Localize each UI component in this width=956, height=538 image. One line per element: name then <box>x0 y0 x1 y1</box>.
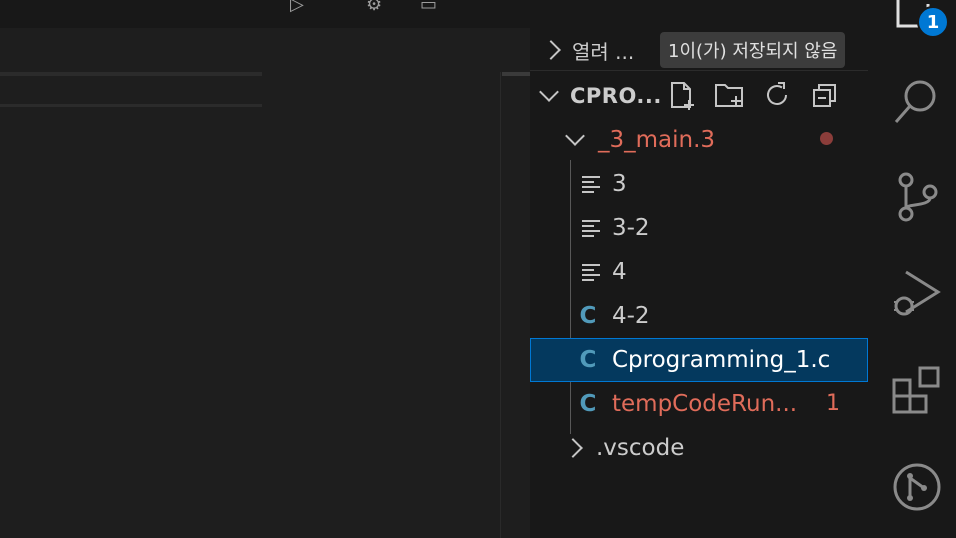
tree-file[interactable]: C 4-2 <box>530 294 868 338</box>
file-label: 3 <box>612 171 627 197</box>
chevron-down-icon <box>539 82 559 102</box>
c-file-icon: C <box>579 347 597 373</box>
file-label: 4-2 <box>612 303 650 329</box>
tree-folder-main[interactable]: _3_main.3 <box>530 118 868 162</box>
run-debug-icon[interactable] <box>892 268 942 322</box>
new-file-icon[interactable] <box>667 80 697 110</box>
modified-dot-indicator <box>820 132 833 145</box>
problem-count-badge: 1 <box>826 391 840 416</box>
c-file-icon: C <box>579 303 597 329</box>
explorer-badge: 1 <box>917 6 949 38</box>
editor-line <box>0 104 262 107</box>
refresh-icon[interactable] <box>762 80 792 110</box>
text-file-icon <box>582 174 600 194</box>
run-icon[interactable]: ▷ <box>290 0 304 15</box>
editor-area[interactable] <box>0 28 530 538</box>
search-icon[interactable] <box>892 76 942 126</box>
file-label: 3-2 <box>612 215 650 241</box>
settings-icon[interactable]: ⚙ <box>366 0 382 15</box>
file-label: tempCodeRun... <box>612 391 798 417</box>
open-editors-label: 열려 ... <box>572 39 635 64</box>
text-file-icon <box>582 218 600 238</box>
new-folder-icon[interactable] <box>714 80 744 110</box>
folder-label: .vscode <box>596 435 685 461</box>
tree-file[interactable]: 3-2 <box>530 206 868 250</box>
chevron-right-icon <box>563 438 583 458</box>
layout-icon[interactable]: ▭ <box>420 0 437 15</box>
text-file-icon <box>582 262 600 282</box>
file-label: Cprogramming_1.c <box>612 347 831 373</box>
minimap-slider[interactable] <box>502 72 530 76</box>
file-label: 4 <box>612 259 627 285</box>
minimap[interactable] <box>500 72 530 538</box>
git-graph-icon[interactable] <box>892 462 942 512</box>
tree-file-selected[interactable]: C Cprogramming_1.c <box>530 338 868 382</box>
editor-line <box>0 72 262 76</box>
project-title: CPRO... <box>570 84 662 108</box>
chevron-down-icon <box>565 126 585 146</box>
tree-file[interactable]: C tempCodeRun... <box>530 382 868 426</box>
unsaved-tooltip: 1이(가) 저장되지 않음 <box>660 32 846 68</box>
collapse-all-icon[interactable] <box>810 80 840 110</box>
tree-folder-vscode[interactable]: .vscode <box>530 426 868 470</box>
extensions-icon[interactable] <box>892 366 942 416</box>
chevron-right-icon <box>541 40 561 60</box>
source-control-icon[interactable] <box>892 170 942 224</box>
section-divider <box>530 70 868 71</box>
tree-file[interactable]: 3 <box>530 162 868 206</box>
tree-file[interactable]: 4 <box>530 250 868 294</box>
c-file-icon: C <box>579 391 597 417</box>
folder-label: _3_main.3 <box>598 127 716 153</box>
